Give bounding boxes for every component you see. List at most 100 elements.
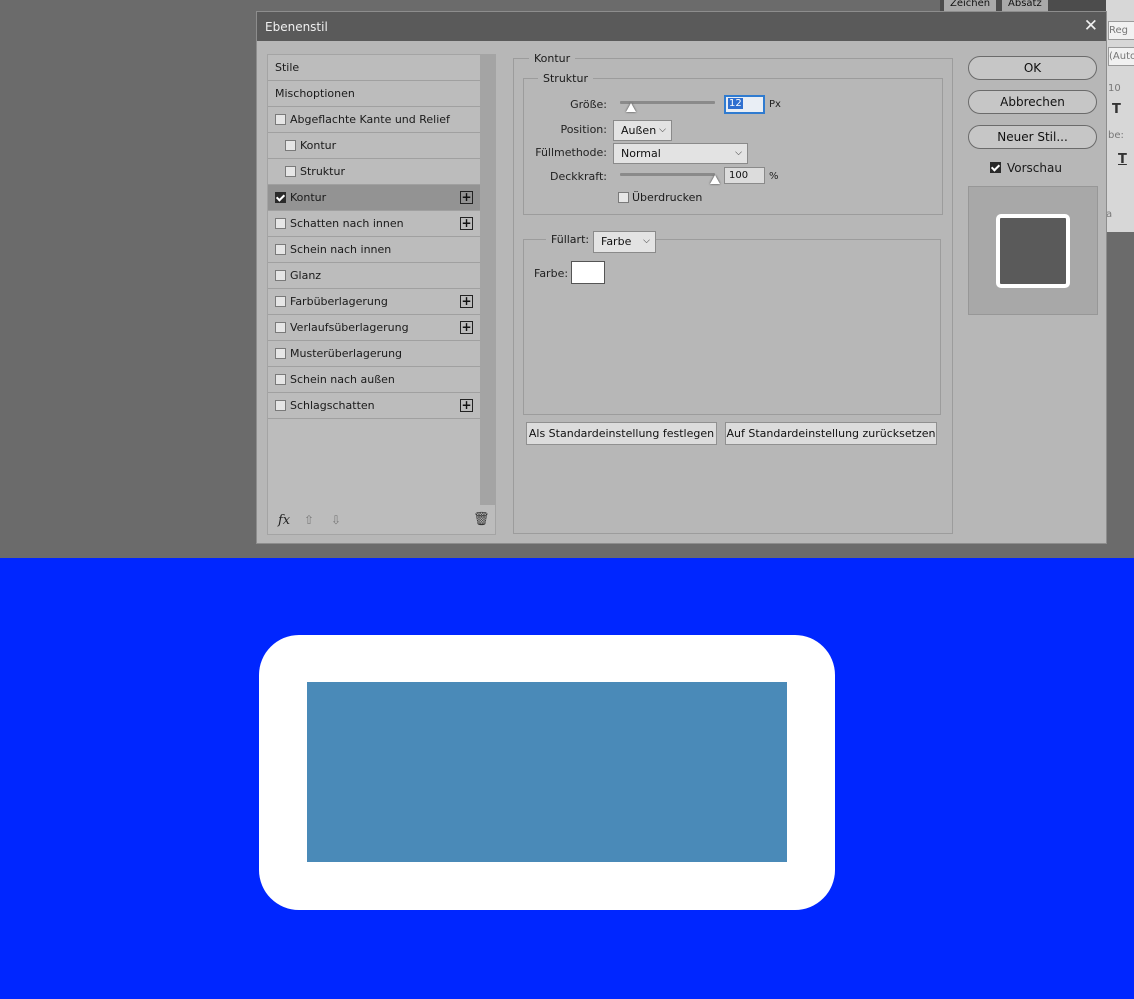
style-checkbox[interactable] bbox=[275, 400, 286, 411]
preview-toggle[interactable]: Vorschau bbox=[990, 160, 1090, 176]
style-list-scrollbar[interactable] bbox=[480, 55, 495, 505]
tab-zeichen[interactable]: Zeichen bbox=[944, 0, 997, 11]
blend-mode-select[interactable]: Normal ⌵ bbox=[613, 143, 748, 164]
add-style-icon[interactable]: + bbox=[460, 191, 473, 204]
underline-icon[interactable]: T bbox=[1118, 152, 1127, 167]
style-list-item[interactable]: Kontur + bbox=[268, 185, 480, 211]
style-list-label: Schlagschatten bbox=[290, 399, 375, 412]
chevron-down-icon: ⌵ bbox=[735, 148, 742, 158]
style-checkbox[interactable] bbox=[275, 192, 286, 203]
style-list-item[interactable]: Schein nach außen bbox=[268, 367, 480, 393]
struktur-box: Struktur Größe: 12 Px Position: Außen ⌵ F… bbox=[523, 72, 943, 215]
style-list-item[interactable]: Kontur bbox=[268, 133, 480, 159]
style-list-label: Struktur bbox=[300, 165, 345, 178]
style-checkbox[interactable] bbox=[275, 374, 286, 385]
style-list-label: Kontur bbox=[300, 139, 337, 152]
style-list-label: Abgeflachte Kante und Relief bbox=[290, 113, 450, 126]
size-unit: Px bbox=[769, 99, 781, 110]
style-list-item[interactable]: Struktur bbox=[268, 159, 480, 185]
style-list-item[interactable]: Mischoptionen bbox=[268, 81, 480, 107]
character-panel-tabs: Zeichen Absatz bbox=[940, 0, 1134, 11]
style-checkbox[interactable] bbox=[275, 218, 286, 229]
filltype-label: Füllart: bbox=[546, 233, 595, 246]
style-list-item[interactable]: Verlaufsüberlagerung + bbox=[268, 315, 480, 341]
style-list-item[interactable]: Abgeflachte Kante und Relief bbox=[268, 107, 480, 133]
language-field[interactable]: a bbox=[1106, 206, 1132, 223]
fx-icon[interactable]: fx bbox=[278, 513, 290, 528]
kontur-panel: Kontur Struktur Größe: 12 Px Position: A… bbox=[513, 52, 953, 534]
size-slider-thumb[interactable] bbox=[626, 103, 637, 112]
color-label: Farbe: bbox=[534, 267, 569, 280]
position-label: Position: bbox=[560, 123, 607, 136]
leading-field[interactable]: (Auto bbox=[1108, 47, 1134, 66]
opacity-slider-thumb[interactable] bbox=[710, 175, 720, 184]
style-checkbox[interactable] bbox=[275, 296, 286, 307]
style-list-item[interactable]: Farbüberlagerung + bbox=[268, 289, 480, 315]
move-up-icon[interactable]: ⇧ bbox=[304, 513, 314, 527]
style-checkbox[interactable] bbox=[285, 166, 296, 177]
set-default-button[interactable]: Als Standardeinstellung festlegen bbox=[526, 422, 717, 445]
position-select[interactable]: Außen ⌵ bbox=[613, 120, 672, 141]
preview-checkbox[interactable] bbox=[990, 162, 1001, 173]
size-label: Größe: bbox=[570, 98, 607, 111]
style-checkbox[interactable] bbox=[275, 244, 286, 255]
position-value: Außen bbox=[621, 124, 657, 137]
size-input-value: 12 bbox=[728, 98, 743, 109]
preview-label: Vorschau bbox=[1007, 161, 1062, 175]
style-checkbox[interactable] bbox=[285, 140, 296, 151]
tab-absatz[interactable]: Absatz bbox=[1002, 0, 1048, 11]
add-style-icon[interactable]: + bbox=[460, 217, 473, 230]
style-checkbox[interactable] bbox=[275, 270, 286, 281]
dialog-title: Ebenenstil bbox=[265, 20, 328, 34]
cancel-button[interactable]: Abbrechen bbox=[968, 90, 1097, 114]
reset-default-button[interactable]: Auf Standardeinstellung zurücksetzen bbox=[725, 422, 937, 445]
filltype-value: Farbe bbox=[601, 235, 632, 248]
close-icon[interactable]: ✕ bbox=[1084, 16, 1098, 36]
style-list-item[interactable]: Schlagschatten + bbox=[268, 393, 480, 419]
style-list-label: Verlaufsüberlagerung bbox=[290, 321, 409, 334]
style-list-label: Schein nach innen bbox=[290, 243, 392, 256]
struktur-title: Struktur bbox=[538, 72, 593, 85]
style-list-label: Schein nach außen bbox=[290, 373, 395, 386]
tracking-field[interactable]: 10 bbox=[1108, 80, 1134, 97]
add-style-icon[interactable]: + bbox=[460, 295, 473, 308]
style-list-item[interactable]: Schein nach innen bbox=[268, 237, 480, 263]
filltype-select[interactable]: Farbe ⌵ bbox=[593, 231, 656, 253]
opacity-input[interactable]: 100 bbox=[724, 167, 765, 184]
overprint-label: Überdrucken bbox=[632, 191, 703, 204]
move-down-icon[interactable]: ⇩ bbox=[331, 513, 341, 527]
ok-button[interactable]: OK bbox=[968, 56, 1097, 80]
stroke-color-swatch[interactable] bbox=[571, 261, 605, 284]
color-field-label: be: bbox=[1108, 127, 1134, 144]
font-style-field[interactable]: Reg bbox=[1108, 21, 1134, 40]
blend-mode-label: Füllmethode: bbox=[535, 146, 607, 159]
filltype-box: Füllart: Farbe ⌵ Farbe: bbox=[523, 231, 941, 415]
shape-fill bbox=[307, 682, 787, 862]
overprint-checkbox[interactable] bbox=[618, 192, 629, 203]
add-style-icon[interactable]: + bbox=[460, 399, 473, 412]
dialog-titlebar: Ebenenstil ✕ bbox=[257, 12, 1106, 41]
size-input[interactable]: 12 bbox=[724, 95, 765, 114]
style-list-item[interactable]: Glanz bbox=[268, 263, 480, 289]
style-list-label: Glanz bbox=[290, 269, 322, 282]
preview-thumbnail bbox=[996, 214, 1070, 288]
style-checkbox[interactable] bbox=[275, 322, 286, 333]
opacity-slider[interactable] bbox=[620, 173, 715, 176]
opacity-unit: % bbox=[769, 171, 779, 182]
chevron-down-icon: ⌵ bbox=[659, 125, 666, 135]
style-list-label: Mischoptionen bbox=[275, 87, 355, 100]
character-panel: Reg (Auto 10 T be: T a bbox=[1106, 0, 1134, 232]
add-style-icon[interactable]: + bbox=[460, 321, 473, 334]
text-size-icon: T bbox=[1112, 102, 1121, 117]
style-list-item[interactable]: Stile bbox=[268, 55, 480, 81]
trash-icon[interactable]: 🗑 bbox=[473, 512, 490, 527]
style-preview bbox=[968, 186, 1098, 315]
style-list-label: Musterüberlagerung bbox=[290, 347, 403, 360]
new-style-button[interactable]: Neuer Stil... bbox=[968, 125, 1097, 149]
style-list-item[interactable]: Musterüberlagerung bbox=[268, 341, 480, 367]
style-checkbox[interactable] bbox=[275, 348, 286, 359]
blend-mode-value: Normal bbox=[621, 147, 661, 160]
style-checkbox[interactable] bbox=[275, 114, 286, 125]
style-list: Stile Mischoptionen Abgeflachte Kante und … bbox=[267, 54, 496, 535]
style-list-item[interactable]: Schatten nach innen + bbox=[268, 211, 480, 237]
